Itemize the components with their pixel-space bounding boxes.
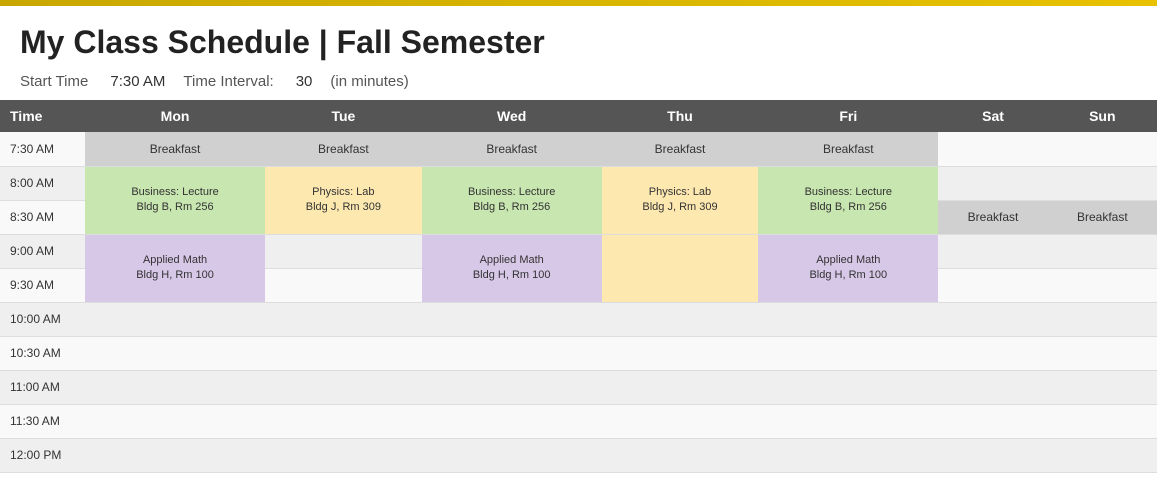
sun-empty-930 bbox=[1048, 268, 1157, 302]
fri-applied-line1: Applied Math bbox=[816, 254, 880, 266]
thu-breakfast: Breakfast bbox=[602, 132, 759, 166]
fri-applied-line2: Bldg H, Rm 100 bbox=[809, 269, 887, 281]
col-thu: Thu bbox=[602, 100, 759, 132]
fri-breakfast: Breakfast bbox=[758, 132, 938, 166]
mon-business: Business: Lecture Bldg B, Rm 256 bbox=[85, 166, 265, 234]
sun-breakfast: Breakfast bbox=[1048, 200, 1157, 234]
tue-empty-930 bbox=[265, 268, 422, 302]
mon-empty-1000 bbox=[85, 302, 265, 336]
thu-physics-2 bbox=[602, 234, 759, 302]
header: My Class Schedule | Fall Semester bbox=[0, 6, 1157, 67]
sat-empty-900 bbox=[938, 234, 1047, 268]
sat-breakfast: Breakfast bbox=[938, 200, 1047, 234]
mon-applied-line2: Bldg H, Rm 100 bbox=[136, 269, 214, 281]
time-cell: 11:00 AM bbox=[0, 370, 85, 404]
fri-business-line2: Bldg B, Rm 256 bbox=[810, 201, 887, 213]
page-title: My Class Schedule | Fall Semester bbox=[20, 24, 1137, 61]
table-row: 11:30 AM bbox=[0, 404, 1157, 438]
thu-physics-line2: Bldg J, Rm 309 bbox=[642, 201, 717, 213]
table-row: 12:00 PM bbox=[0, 438, 1157, 472]
physics-label-line1: Physics: Lab bbox=[312, 186, 374, 198]
col-fri: Fri bbox=[758, 100, 938, 132]
table-row: 10:30 AM bbox=[0, 336, 1157, 370]
time-cell: 12:00 PM bbox=[0, 438, 85, 472]
start-time-label: Start Time bbox=[20, 73, 88, 90]
business-label-line1: Business: Lecture bbox=[131, 186, 218, 198]
sun-empty-1000 bbox=[1048, 302, 1157, 336]
time-cell: 8:00 AM bbox=[0, 166, 85, 200]
wed-business-line1: Business: Lecture bbox=[468, 186, 555, 198]
tue-physics: Physics: Lab Bldg J, Rm 309 bbox=[265, 166, 422, 234]
col-tue: Tue bbox=[265, 100, 422, 132]
mon-breakfast: Breakfast bbox=[85, 132, 265, 166]
sat-empty-730 bbox=[938, 132, 1047, 166]
wed-applied: Applied Math Bldg H, Rm 100 bbox=[422, 234, 602, 302]
time-cell: 7:30 AM bbox=[0, 132, 85, 166]
fri-business: Business: Lecture Bldg B, Rm 256 bbox=[758, 166, 938, 234]
mon-applied-line1: Applied Math bbox=[143, 254, 207, 266]
tue-breakfast: Breakfast bbox=[265, 132, 422, 166]
interval-unit: (in minutes) bbox=[330, 73, 408, 90]
wed-empty-1000 bbox=[422, 302, 602, 336]
thu-physics-line1: Physics: Lab bbox=[649, 186, 711, 198]
thu-empty-1000 bbox=[602, 302, 759, 336]
wed-business: Business: Lecture Bldg B, Rm 256 bbox=[422, 166, 602, 234]
sat-empty-930 bbox=[938, 268, 1047, 302]
time-cell: 11:30 AM bbox=[0, 404, 85, 438]
interval-label: Time Interval: bbox=[183, 73, 273, 90]
col-sun: Sun bbox=[1048, 100, 1157, 132]
wed-business-line2: Bldg B, Rm 256 bbox=[473, 201, 550, 213]
thu-physics: Physics: Lab Bldg J, Rm 309 bbox=[602, 166, 759, 234]
mon-applied: Applied Math Bldg H, Rm 100 bbox=[85, 234, 265, 302]
sat-empty-800 bbox=[938, 166, 1047, 200]
col-time: Time bbox=[0, 100, 85, 132]
col-wed: Wed bbox=[422, 100, 602, 132]
col-mon: Mon bbox=[85, 100, 265, 132]
table-row: 8:00 AM Business: Lecture Bldg B, Rm 256… bbox=[0, 166, 1157, 200]
fri-empty-1000 bbox=[758, 302, 938, 336]
tue-empty-1000 bbox=[265, 302, 422, 336]
fri-business-line1: Business: Lecture bbox=[805, 186, 892, 198]
wed-breakfast: Breakfast bbox=[422, 132, 602, 166]
business-label-line2: Bldg B, Rm 256 bbox=[137, 201, 214, 213]
table-row: 9:00 AM Applied Math Bldg H, Rm 100 Appl… bbox=[0, 234, 1157, 268]
physics-label-line2: Bldg J, Rm 309 bbox=[306, 201, 381, 213]
time-cell: 10:30 AM bbox=[0, 336, 85, 370]
col-sat: Sat bbox=[938, 100, 1047, 132]
time-cell: 9:30 AM bbox=[0, 268, 85, 302]
schedule-table: Time Mon Tue Wed Thu Fri Sat Sun 7:30 AM… bbox=[0, 100, 1157, 473]
time-cell: 9:00 AM bbox=[0, 234, 85, 268]
sat-empty-1000 bbox=[938, 302, 1047, 336]
sun-empty-900 bbox=[1048, 234, 1157, 268]
table-row: 11:00 AM bbox=[0, 370, 1157, 404]
sun-empty-800 bbox=[1048, 166, 1157, 200]
sun-empty-730 bbox=[1048, 132, 1157, 166]
subheader: Start Time 7:30 AM Time Interval: 30 (in… bbox=[0, 67, 1157, 100]
wed-applied-line1: Applied Math bbox=[480, 254, 544, 266]
table-row: 10:00 AM bbox=[0, 302, 1157, 336]
time-cell: 8:30 AM bbox=[0, 200, 85, 234]
time-cell: 10:00 AM bbox=[0, 302, 85, 336]
interval-value: 30 bbox=[296, 73, 313, 90]
start-time-value: 7:30 AM bbox=[110, 73, 165, 90]
tue-empty-900 bbox=[265, 234, 422, 268]
fri-applied: Applied Math Bldg H, Rm 100 bbox=[758, 234, 938, 302]
header-row: Time Mon Tue Wed Thu Fri Sat Sun bbox=[0, 100, 1157, 132]
wed-applied-line2: Bldg H, Rm 100 bbox=[473, 269, 551, 281]
table-row: 7:30 AM Breakfast Breakfast Breakfast Br… bbox=[0, 132, 1157, 166]
